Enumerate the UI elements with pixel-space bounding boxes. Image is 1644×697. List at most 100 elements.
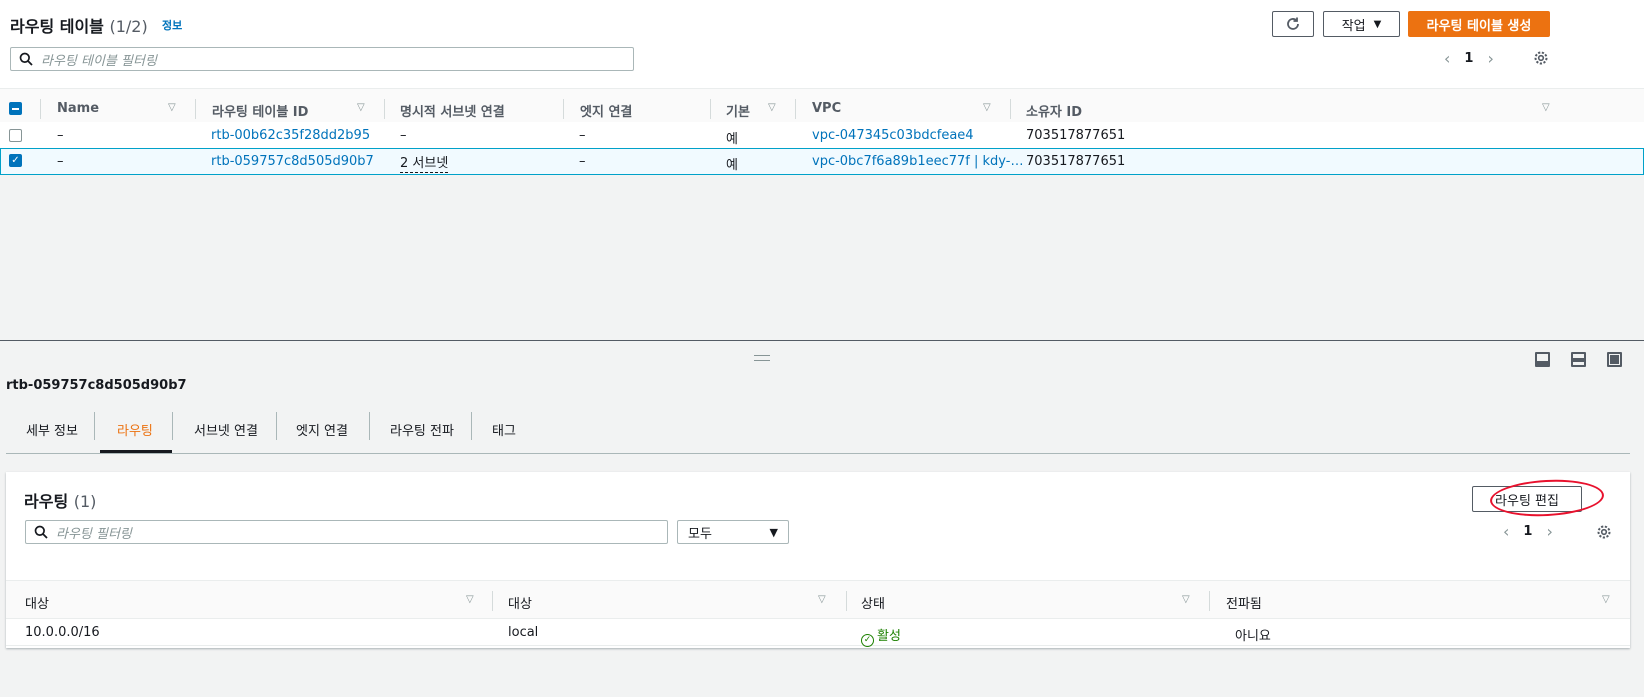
search-input[interactable]: 라우팅 테이블 필터링 [41,50,157,69]
split-divider[interactable] [0,340,1644,341]
column-divider [384,99,385,119]
resize-handle[interactable] [754,355,770,361]
column-header-status[interactable]: 상태 [861,593,885,612]
chevron-right-icon[interactable]: › [1546,522,1552,541]
caret-down-icon: ▼ [769,525,778,539]
cell-vpc[interactable]: vpc-0bc7f6a89b1eec77f | kdy-… [812,154,1023,169]
cell-owner: 703517877651 [1026,128,1126,143]
page-number[interactable]: 1 [1523,524,1532,539]
cell-propagated: 아니요 [1235,629,1271,644]
cell-subnet: – [400,128,407,143]
column-header-propagated[interactable]: 전파됨 [1226,593,1262,612]
column-header-main[interactable]: 기본 [726,101,750,120]
pane-full-icon[interactable] [1607,352,1622,367]
tab-edge-associations[interactable]: 엣지 연결 [296,420,348,439]
tab-tags[interactable]: 태그 [492,420,516,439]
search-icon [19,52,33,66]
sort-icon[interactable]: ▽ [168,102,176,113]
tab-routes[interactable]: 라우팅 [117,420,153,439]
chevron-right-icon[interactable]: › [1487,49,1493,68]
column-header-destination[interactable]: 대상 [25,593,49,612]
chevron-left-icon[interactable]: ‹ [1503,522,1509,541]
table-row-selected[interactable]: ✓ – rtb-059757c8d505d90b7 2 서브넷 – 예 vpc-… [0,148,1644,175]
create-route-table-button[interactable]: 라우팅 테이블 생성 [1408,11,1550,37]
tab-divider [369,412,370,440]
tab-subnet-associations[interactable]: 서브넷 연결 [194,420,258,439]
routes-filter-select[interactable]: 모두 ▼ [677,520,789,544]
column-divider [795,99,796,119]
detail-tabs: 세부 정보 라우팅 서브넷 연결 엣지 연결 라우팅 전파 태그 [6,408,1630,454]
sort-icon[interactable]: ▽ [818,594,826,605]
column-divider [710,99,711,119]
table-row[interactable]: 10.0.0.0/16 local ✓ 활성 아니요 [6,619,1630,647]
column-header-edge[interactable]: 엣지 연결 [580,101,632,120]
refresh-icon [1287,17,1299,30]
column-divider [195,99,196,119]
page-title: 라우팅 테이블 (1/2) [10,17,148,36]
detail-title: rtb-059757c8d505d90b7 [6,378,187,393]
routes-card: 라우팅 (1) 라우팅 편집 라우팅 필터링 모두 ▼ ‹ 1 › 대상 ▽ 대… [6,472,1630,648]
tab-route-propagation[interactable]: 라우팅 전파 [390,420,454,439]
pane-bottom-icon[interactable] [1535,352,1550,367]
column-divider [846,591,847,611]
routes-pagination: ‹ 1 › [1503,522,1553,541]
tab-divider [172,412,173,440]
select-all-checkbox[interactable] [9,102,22,115]
column-header-name[interactable]: Name [57,101,99,116]
sort-icon[interactable]: ▽ [983,102,991,113]
sort-icon[interactable]: ▽ [1182,594,1190,605]
tab-divider [471,412,472,440]
cell-edge: – [579,128,586,143]
sort-icon[interactable]: ▽ [357,102,365,113]
column-header-subnet[interactable]: 명시적 서브넷 연결 [400,101,505,120]
sort-icon[interactable]: ▽ [1542,102,1550,113]
column-divider [1010,99,1011,119]
column-divider [40,99,41,119]
check-circle-icon: ✓ [861,634,874,647]
cell-destination: 10.0.0.0/16 [25,625,100,640]
check-icon: ✓ [11,155,20,166]
cell-vpc[interactable]: vpc-047345c03bdcfeae4 [812,128,974,143]
settings-icon[interactable] [1596,524,1612,540]
cell-route-table-id[interactable]: rtb-00b62c35f28dd2b95 [211,128,370,143]
column-header-vpc[interactable]: VPC [812,101,841,116]
cell-status: ✓ 활성 [861,625,901,647]
column-divider [492,591,493,611]
row-checkbox-checked[interactable]: ✓ [9,154,22,167]
tab-details[interactable]: 세부 정보 [26,420,78,439]
cell-main: 예 [726,132,738,147]
sort-icon[interactable]: ▽ [1602,594,1610,605]
pagination: ‹ 1 › [1444,49,1494,68]
routes-title: 라우팅 (1) [24,492,97,511]
chevron-left-icon[interactable]: ‹ [1444,49,1450,68]
pane-split-icon[interactable] [1571,352,1586,367]
routes-search-input[interactable]: 라우팅 필터링 [56,523,132,542]
routes-table-header: 대상 ▽ 대상 ▽ 상태 ▽ 전파됨 ▽ [6,580,1630,619]
column-divider [1209,591,1210,611]
cell-subnet[interactable]: 2 서브넷 [400,152,449,173]
cell-name: – [57,128,64,143]
actions-button[interactable]: 작업 ▼ [1323,11,1400,37]
row-checkbox[interactable] [9,129,22,142]
info-link[interactable]: 정보 [162,17,182,33]
column-header-target[interactable]: 대상 [508,593,532,612]
route-tables-panel: 라우팅 테이블 (1/2) 정보 작업 ▼ 라우팅 테이블 생성 라우팅 테이블… [0,0,1644,340]
cell-edge: – [579,154,586,169]
search-icon [34,525,48,539]
column-header-owner[interactable]: 소유자 ID [1026,101,1082,120]
sort-icon[interactable]: ▽ [466,594,474,605]
page-number[interactable]: 1 [1464,51,1473,66]
sort-icon[interactable]: ▽ [768,102,776,113]
settings-icon[interactable] [1533,50,1549,66]
table-row[interactable]: – rtb-00b62c35f28dd2b95 – – 예 vpc-047345… [0,122,1644,149]
column-header-id[interactable]: 라우팅 테이블 ID [212,101,308,120]
column-divider [563,99,564,119]
active-tab-indicator [100,450,172,453]
cell-route-table-id[interactable]: rtb-059757c8d505d90b7 [211,154,374,169]
route-table-search[interactable]: 라우팅 테이블 필터링 [10,47,634,71]
cell-target: local [508,625,539,640]
caret-down-icon: ▼ [1373,18,1382,30]
routes-search[interactable]: 라우팅 필터링 [25,520,668,544]
tab-divider [276,412,277,440]
refresh-button[interactable] [1272,11,1314,37]
